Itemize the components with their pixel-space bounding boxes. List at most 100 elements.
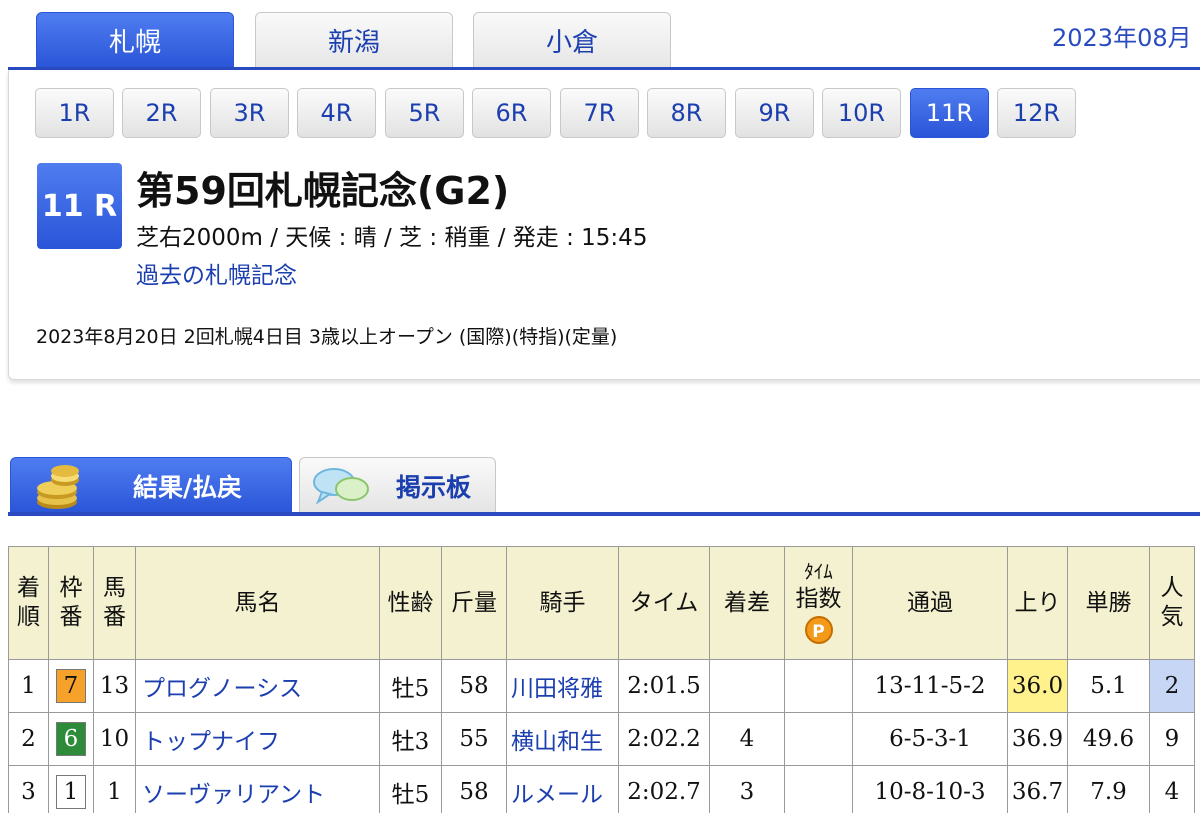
- chat-bubbles-icon: [313, 468, 369, 505]
- header-sexage: 性齢: [379, 546, 442, 660]
- race-button-11[interactable]: 11R: [910, 88, 989, 138]
- coins-icon: [37, 465, 79, 509]
- race-button-8[interactable]: 8R: [647, 88, 726, 138]
- horse-name-link[interactable]: トップナイフ: [135, 712, 380, 766]
- race-button-label: 7R: [583, 99, 616, 127]
- race-conditions: 芝右2000m / 天候 : 晴 / 芝 : 稍重 / 発走 : 15:45: [136, 225, 648, 251]
- race-button-5[interactable]: 5R: [385, 88, 464, 138]
- cell-odds: 49.6: [1067, 712, 1150, 766]
- content-tab-divider: [8, 512, 1200, 516]
- tab-results-label: 結果/払戻: [133, 472, 243, 502]
- race-button-label: 1R: [58, 99, 91, 127]
- race-detail: 2023年8月20日 2回札幌4日目 3歳以上オープン (国際)(特指)(定量): [36, 326, 618, 348]
- cell-umaban: 13: [93, 659, 136, 713]
- cell-last3f: 36.0: [1007, 659, 1068, 713]
- jockey-link[interactable]: 川田将雅: [506, 659, 619, 713]
- cell-time-index: [784, 765, 853, 813]
- cell-passing: 10-8-10-3: [852, 765, 1008, 813]
- premium-p-icon[interactable]: P: [804, 615, 833, 644]
- date-selector[interactable]: 2023年08月: [1052, 18, 1192, 53]
- cell-margin: 3: [709, 765, 785, 813]
- cell-sexage: 牡5: [379, 765, 442, 813]
- header-jockey: 騎手: [506, 546, 619, 660]
- cell-waku: 1: [48, 765, 94, 813]
- waku-badge: 7: [56, 669, 86, 703]
- race-button-1[interactable]: 1R: [35, 88, 114, 138]
- cell-odds: 5.1: [1067, 659, 1150, 713]
- header-margin: 着差: [709, 546, 785, 660]
- cell-rank: 1: [8, 659, 49, 713]
- race-button-10[interactable]: 10R: [822, 88, 901, 138]
- table-row: 3 1 1 ソーヴァリアント 牡5 58 ルメール 2:02.7 3 10-8-…: [8, 765, 1195, 813]
- cell-umaban: 10: [93, 712, 136, 766]
- jockey-link[interactable]: ルメール: [506, 765, 619, 813]
- race-button-label: 6R: [495, 99, 528, 127]
- race-button-label: 5R: [408, 99, 441, 127]
- header-passing: 通過: [852, 546, 1008, 660]
- horse-name-link[interactable]: プログノーシス: [135, 659, 380, 713]
- cell-weight: 58: [441, 765, 507, 813]
- header-odds: 単勝: [1067, 546, 1150, 660]
- cell-popularity: 4: [1149, 765, 1195, 813]
- cell-margin: 4: [709, 712, 785, 766]
- cell-sexage: 牡3: [379, 712, 442, 766]
- cell-popularity: 9: [1149, 712, 1195, 766]
- cell-time: 2:02.2: [618, 712, 710, 766]
- cell-umaban: 1: [93, 765, 136, 813]
- header-name: 馬名: [135, 546, 380, 660]
- race-button-12[interactable]: 12R: [997, 88, 1076, 138]
- header-time: タイム: [618, 546, 710, 660]
- results-table: 着 順 枠 番 馬 番 馬名 性齢 斤量 騎手 タイム 着差 ﾀｲﾑ 指数 P …: [8, 546, 1195, 813]
- race-button-label: 3R: [233, 99, 266, 127]
- race-button-7[interactable]: 7R: [560, 88, 639, 138]
- race-button-9[interactable]: 9R: [735, 88, 814, 138]
- race-button-label: 11R: [925, 99, 974, 127]
- header-last3f: 上り: [1007, 546, 1068, 660]
- race-number-badge: 11 R: [37, 163, 122, 249]
- cell-waku: 7: [48, 659, 94, 713]
- cell-time: 2:01.5: [618, 659, 710, 713]
- past-races-link[interactable]: 過去の札幌記念: [136, 256, 297, 290]
- jockey-link[interactable]: 横山和生: [506, 712, 619, 766]
- table-header-row: 着 順 枠 番 馬 番 馬名 性齢 斤量 騎手 タイム 着差 ﾀｲﾑ 指数 P …: [8, 546, 1195, 660]
- cell-rank: 2: [8, 712, 49, 766]
- race-button-3[interactable]: 3R: [210, 88, 289, 138]
- header-time-index: ﾀｲﾑ 指数 P: [784, 546, 853, 660]
- table-row: 1 7 13 プログノーシス 牡5 58 川田将雅 2:01.5 13-11-5…: [8, 659, 1195, 713]
- cell-passing: 13-11-5-2: [852, 659, 1008, 713]
- cell-weight: 58: [441, 659, 507, 713]
- venue-tab-sapporo[interactable]: 札幌: [36, 12, 234, 68]
- cell-popularity: 2: [1149, 659, 1195, 713]
- cell-last3f: 36.7: [1007, 765, 1068, 813]
- cell-odds: 7.9: [1067, 765, 1150, 813]
- venue-tab-niigata[interactable]: 新潟: [255, 12, 453, 68]
- venue-tab-label: 新潟: [327, 28, 380, 58]
- tab-board[interactable]: 掲示板: [299, 457, 496, 513]
- header-waku: 枠 番: [48, 546, 94, 660]
- race-button-label: 2R: [145, 99, 178, 127]
- tab-results[interactable]: 結果/払戻: [10, 457, 292, 513]
- cell-weight: 55: [441, 712, 507, 766]
- venue-tab-label: 小倉: [545, 28, 598, 58]
- cell-passing: 6-5-3-1: [852, 712, 1008, 766]
- waku-badge: 6: [56, 722, 86, 756]
- header-popularity: 人 気: [1149, 546, 1195, 660]
- cell-last3f: 36.9: [1007, 712, 1068, 766]
- race-button-label: 8R: [670, 99, 703, 127]
- header-time-index-bottom: 指数: [795, 586, 842, 613]
- table-row: 2 6 10 トップナイフ 牡3 55 横山和生 2:02.2 4 6-5-3-…: [8, 712, 1195, 766]
- cell-waku: 6: [48, 712, 94, 766]
- cell-margin: [709, 659, 785, 713]
- header-time-index-top: ﾀｲﾑ: [804, 561, 833, 584]
- header-rank: 着 順: [8, 546, 49, 660]
- cell-time: 2:02.7: [618, 765, 710, 813]
- venue-tab-kokura[interactable]: 小倉: [473, 12, 671, 68]
- horse-name-link[interactable]: ソーヴァリアント: [135, 765, 380, 813]
- race-button-6[interactable]: 6R: [472, 88, 551, 138]
- race-button-4[interactable]: 4R: [297, 88, 376, 138]
- header-weight: 斤量: [441, 546, 507, 660]
- race-title: 第59回札幌記念(G2): [136, 169, 510, 213]
- waku-badge: 1: [56, 775, 86, 809]
- race-button-label: 9R: [758, 99, 791, 127]
- race-button-2[interactable]: 2R: [122, 88, 201, 138]
